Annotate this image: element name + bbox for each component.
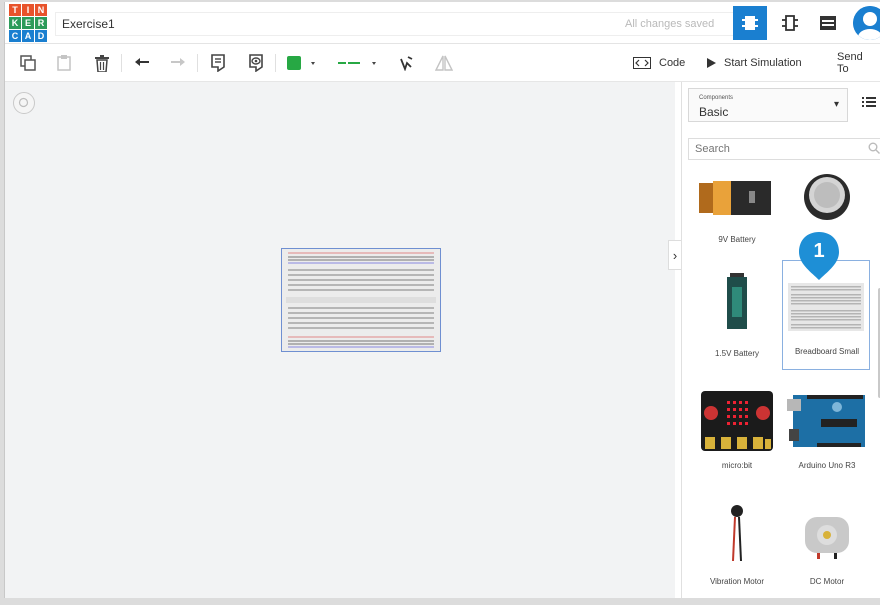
toolbar: Code Start Simulation Send To	[5, 44, 880, 82]
logo-letter: T	[9, 4, 21, 16]
send-to-label: Send To	[837, 51, 863, 75]
component-dc-motor[interactable]: DC Motor	[782, 494, 870, 604]
component-vibration-motor[interactable]: Vibration Motor	[692, 494, 780, 604]
start-simulation-label: Start Simulation	[724, 57, 802, 69]
trash-icon	[95, 54, 109, 72]
component-label: DC Motor	[809, 577, 845, 586]
table-icon	[820, 16, 836, 30]
user-icon	[853, 6, 880, 40]
toolbar-divider	[121, 54, 122, 72]
arduino-uno-icon	[787, 395, 865, 447]
component-microbit[interactable]: micro:bit	[692, 382, 780, 492]
start-simulation-button[interactable]: Start Simulation	[701, 51, 808, 75]
rotate-icon	[400, 56, 413, 71]
code-icon	[633, 57, 651, 69]
search-input[interactable]	[688, 138, 880, 160]
component-label: Breadboard Small	[794, 347, 860, 356]
logo-letter: C	[9, 30, 21, 42]
flip-button[interactable]	[433, 52, 455, 74]
flip-icon	[435, 55, 453, 71]
9v-battery-icon	[699, 181, 771, 215]
tinkercad-window: T I N K E R C A D Exercise1 All changes …	[4, 2, 880, 598]
components-caption: Components	[699, 95, 734, 101]
list-icon	[862, 97, 876, 107]
code-button[interactable]: Code	[627, 51, 691, 75]
send-to-button[interactable]: Send To	[831, 51, 880, 75]
redo-icon	[171, 58, 185, 66]
component-label: Arduino Uno R3	[798, 461, 856, 470]
logo-letter: E	[22, 17, 34, 29]
tinkercad-logo[interactable]: T I N K E R C A D	[9, 4, 47, 42]
copy-icon	[20, 55, 36, 71]
delete-button[interactable]	[91, 52, 113, 74]
fit-view-icon	[18, 97, 29, 108]
list-view-button[interactable]	[862, 96, 876, 111]
note-icon	[211, 54, 225, 72]
play-icon	[707, 58, 716, 68]
note-visible-icon	[249, 54, 263, 72]
components-value: Basic	[699, 105, 729, 119]
code-label: Code	[659, 57, 686, 69]
caret-down-icon: ▾	[833, 99, 839, 110]
dc-motor-icon	[805, 517, 849, 559]
search-icon[interactable]	[868, 142, 880, 154]
undo-button[interactable]	[131, 52, 153, 74]
component-arduino-uno-r3[interactable]: Arduino Uno R3	[782, 382, 870, 492]
components-dropdown[interactable]: Components Basic ▾	[688, 88, 848, 122]
circuit-view-button[interactable]	[733, 6, 767, 40]
logo-letter: N	[35, 4, 47, 16]
breadboard-small-icon	[788, 283, 864, 331]
logo-letter: I	[22, 4, 34, 16]
logo-letter: R	[35, 17, 47, 29]
circuit-icon	[742, 16, 758, 30]
component-list-button[interactable]	[811, 6, 845, 40]
schematic-view-button[interactable]	[773, 6, 807, 40]
project-title: Exercise1	[62, 17, 115, 31]
microbit-icon	[701, 391, 773, 451]
paste-button[interactable]	[53, 52, 75, 74]
redo-button[interactable]	[167, 52, 189, 74]
user-avatar[interactable]	[853, 6, 880, 40]
logo-letter: K	[9, 17, 21, 29]
callout-number: 1	[813, 240, 825, 262]
component-label: 1.5V Battery	[714, 349, 760, 358]
notes-button[interactable]	[207, 52, 229, 74]
breadboard-graphic	[282, 249, 440, 351]
undo-icon	[135, 58, 149, 66]
components-panel: Components Basic ▾ 9V Battery	[681, 82, 880, 598]
top-bar: T I N K E R C A D Exercise1 All changes …	[5, 2, 880, 44]
schematic-icon	[782, 15, 798, 31]
save-status: All changes saved	[625, 18, 715, 30]
paste-icon	[57, 55, 71, 71]
toolbar-divider	[197, 54, 198, 72]
component-label: 9V Battery	[718, 235, 756, 244]
copy-button[interactable]	[17, 52, 39, 74]
component-label: Vibration Motor	[709, 577, 765, 586]
wire-type-icon	[338, 62, 376, 65]
component-label: micro:bit	[721, 461, 753, 470]
wire-type-picker[interactable]	[335, 52, 381, 74]
zoom-to-fit-button[interactable]	[13, 92, 35, 114]
callout-marker: 1	[797, 230, 841, 282]
color-swatch-icon	[287, 56, 315, 70]
toggle-notes-button[interactable]	[245, 52, 267, 74]
collapse-panel-button[interactable]: ›	[668, 240, 682, 270]
coin-cell-battery-icon	[804, 174, 850, 220]
chevron-right-icon: ›	[672, 247, 678, 263]
component-1-5v-battery[interactable]: 1.5V Battery	[692, 258, 780, 368]
workplane-canvas[interactable]	[5, 82, 675, 598]
aa-battery-icon	[727, 273, 747, 329]
wire-color-picker[interactable]	[285, 52, 321, 74]
breadboard-on-canvas[interactable]	[281, 248, 441, 352]
vibration-motor-icon	[731, 505, 743, 562]
rotate-button[interactable]	[395, 52, 417, 74]
logo-letter: D	[35, 30, 47, 42]
toolbar-divider	[275, 54, 276, 72]
logo-letter: A	[22, 30, 34, 42]
